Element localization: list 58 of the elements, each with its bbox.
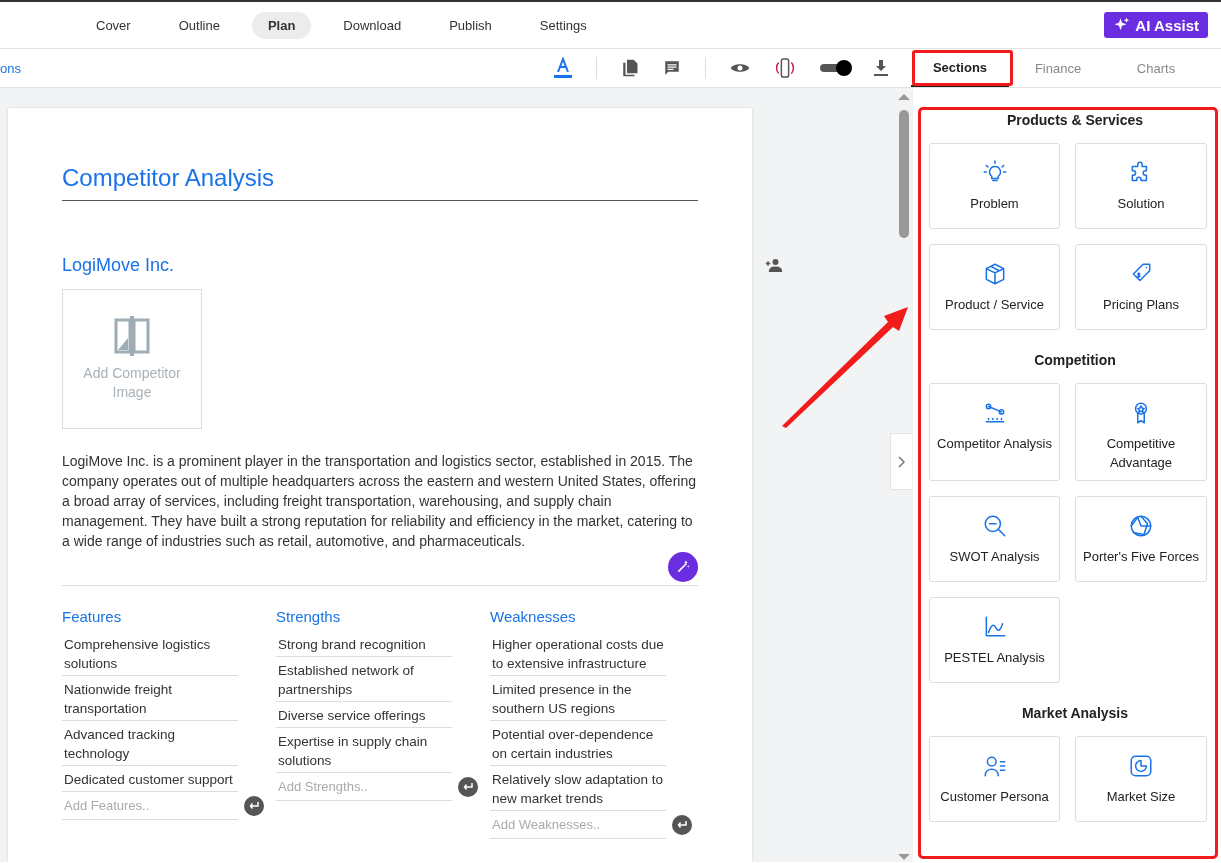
list-item[interactable]: Potential over-dependence on certain industries (490, 721, 666, 766)
section-card[interactable]: Problem (929, 143, 1060, 229)
list-item[interactable]: Higher operational costs due to extensive infrastructure (490, 631, 666, 676)
panel-tab[interactable]: Charts (1107, 49, 1205, 87)
collapse-handle[interactable] (890, 433, 912, 490)
magic-wand-button[interactable] (668, 552, 698, 582)
breadcrumb-link[interactable]: ons (0, 60, 21, 76)
list-item[interactable]: Limited presence in the southern US regions (490, 676, 666, 721)
section-card[interactable]: Competitive Advantage (1075, 383, 1207, 481)
section-card[interactable]: Solution (1075, 143, 1207, 229)
enter-button[interactable] (244, 796, 264, 816)
list-item[interactable]: Diverse service offerings (276, 702, 452, 728)
group-title: Products & Services (1005, 112, 1145, 128)
group-title: Competition (1033, 352, 1117, 368)
enter-button[interactable] (458, 777, 478, 797)
section-card[interactable]: Customer Persona (929, 736, 1060, 822)
nav-tab[interactable]: Settings (523, 11, 603, 39)
section-title: Competitor Analysis (62, 164, 698, 201)
magic-wand-icon (676, 560, 690, 574)
scrollbar[interactable] (895, 88, 913, 862)
nav-tab[interactable]: Download (327, 11, 418, 39)
list-item[interactable]: Established network of partnerships (276, 657, 452, 702)
add-person-icon[interactable] (765, 258, 783, 272)
section-card[interactable]: Product / Service (929, 244, 1060, 330)
text-color-icon[interactable] (554, 57, 572, 79)
section-card[interactable]: Pricing Plans (1075, 244, 1207, 330)
group-title: Market Analysis (1020, 705, 1130, 721)
section-icon (1128, 753, 1154, 779)
list-item[interactable]: Advanced tracking technology (62, 721, 238, 766)
section-icon (1128, 513, 1154, 539)
enter-button[interactable] (672, 815, 692, 835)
section-card[interactable]: Porter's Five Forces (1075, 496, 1207, 582)
image-compare-icon (114, 316, 150, 356)
panel-tab[interactable]: Sections (911, 49, 1009, 87)
eye-icon[interactable] (730, 61, 750, 75)
ai-assist-button[interactable]: AI Assist (1104, 12, 1208, 38)
nav-tab[interactable]: Cover (80, 11, 147, 39)
column-heading: Strengths (276, 608, 342, 625)
download-icon[interactable] (874, 60, 888, 76)
nav-tab[interactable]: Publish (433, 11, 508, 39)
list-item[interactable]: Strong brand recognition (276, 631, 452, 657)
column-heading: Weaknesses (490, 608, 577, 625)
panel-tab[interactable]: Finance (1009, 49, 1107, 87)
phone-rotate-icon[interactable] (774, 58, 796, 78)
document-icon[interactable] (621, 59, 639, 77)
competitor-name: LogiMove Inc. (62, 255, 176, 276)
section-card[interactable]: Competitor Analysis (929, 383, 1060, 481)
section-card[interactable]: Market Size (1075, 736, 1207, 822)
nav-tab[interactable]: Plan (251, 11, 312, 39)
description-text: LogiMove Inc. is a prominent player in the transportation and logistics sector, established in 2015. The company operates out of multiple headquarters across the eastern and western United States, offering a broad array of services, including freight transportation, warehousing, and supply chain management. They have built a strong reputation for reliability and efficiency in the market, catering to a wide range of industries such as retail, automotive, and pharmaceuticals. (62, 452, 697, 551)
section-card[interactable]: PESTEL Analysis (929, 597, 1060, 683)
column-heading: Features (62, 608, 123, 625)
list-item[interactable]: Nationwide freight transportation (62, 676, 238, 721)
list-item[interactable]: Comprehensive logistics solutions (62, 631, 238, 676)
comment-icon[interactable] (663, 59, 681, 77)
chevron-right-icon (897, 455, 906, 468)
nav-tab[interactable]: Outline (162, 11, 236, 39)
section-card[interactable]: SWOT Analysis (929, 496, 1060, 582)
